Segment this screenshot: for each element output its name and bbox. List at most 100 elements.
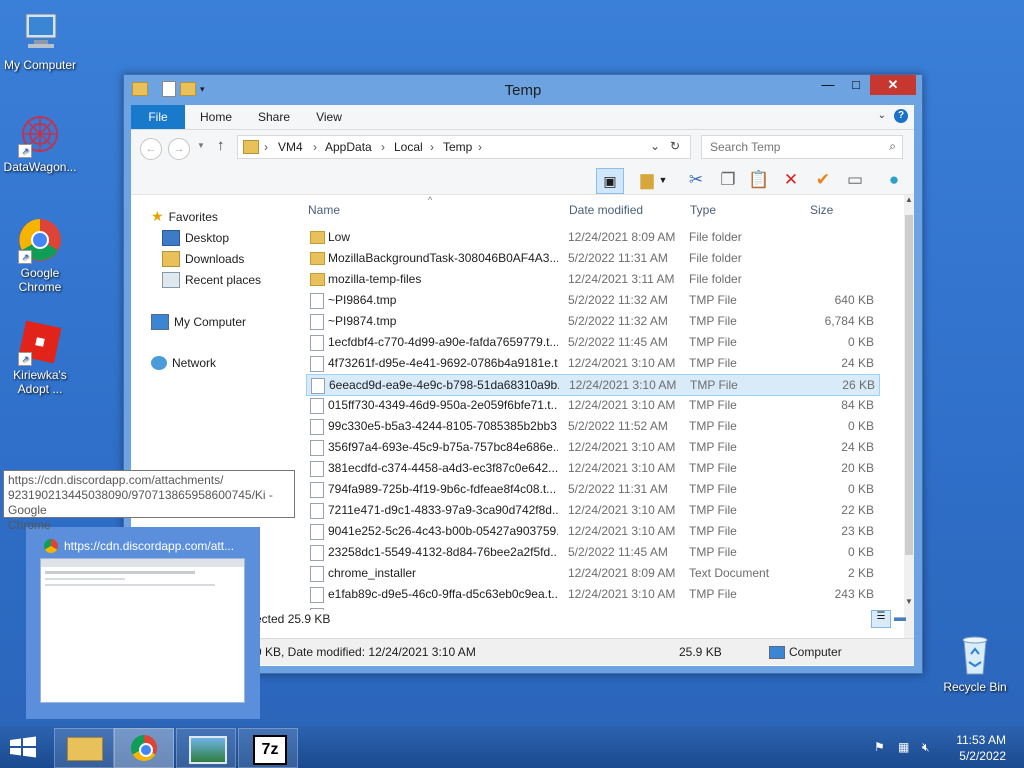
start-button[interactable] [8, 736, 40, 758]
file-row[interactable]: 356f97a4-693e-45c9-b75a-757bc84e686e....… [306, 437, 878, 457]
file-size: 0 KB [847, 482, 874, 496]
up-button[interactable]: ↑ [217, 137, 225, 154]
desktop-icon-roblox-game[interactable]: ↗ Kiriewka's Adopt ... [0, 318, 80, 396]
dropdown-icon[interactable]: ▼ [656, 168, 670, 192]
computer-icon [16, 8, 64, 56]
refresh-icon[interactable]: ↻ [670, 139, 680, 153]
file-row[interactable]: ~PI9874.tmp 5/2/2022 11:32 AM TMP File 6,78… [306, 311, 878, 331]
file-type: Text Document [689, 566, 770, 580]
tab-file[interactable]: File [131, 105, 185, 129]
file-row[interactable]: 4f73261f-d95e-4e41-9692-0786b4a9181e.t..… [306, 353, 878, 373]
column-header-type[interactable]: Type [690, 203, 716, 217]
network-icon[interactable]: ▦ [898, 740, 909, 754]
file-type: File folder [689, 251, 742, 265]
file-row[interactable]: 9041e252-5c26-4c43-b00b-05427a903759....… [306, 521, 878, 541]
breadcrumb-temp[interactable]: Temp [443, 140, 472, 154]
search-input[interactable] [708, 139, 882, 155]
file-row[interactable]: ~PI9864.tmp 5/2/2022 11:32 AM TMP File 640 … [306, 290, 878, 310]
tooltip-line: https://cdn.discordapp.com/attachments/ [8, 473, 224, 487]
taskbar-chrome[interactable] [114, 728, 174, 768]
file-row[interactable]: chrome_installer 12/24/2021 8:09 AM Text D… [306, 563, 878, 583]
taskbar-thumbnail-preview[interactable]: https://cdn.discordapp.com/att... [26, 527, 260, 719]
file-name: e1fab89c-d9e5-46c0-9ffa-d5c63eb0c9ea.t..… [328, 587, 558, 601]
taskbar-photos[interactable] [176, 728, 236, 768]
breadcrumb-vm4[interactable]: VM4 [278, 140, 303, 154]
file-date-modified: 12/24/2021 3:10 AM [568, 356, 676, 370]
file-row[interactable]: 381ecdfd-c374-4458-a4d3-ec3f87c0e642....… [306, 458, 878, 478]
desktop-icon-datawagon[interactable]: ↗ DataWagon... [0, 110, 80, 174]
desktop-icon [162, 230, 180, 246]
breadcrumb-local[interactable]: Local [394, 140, 423, 154]
scroll-up-icon[interactable]: ▲ [905, 195, 913, 204]
desktop-icon-recycle-bin[interactable]: Recycle Bin [935, 630, 1015, 694]
taskbar-7zip[interactable]: 7z [238, 728, 298, 768]
file-row[interactable]: MozillaBackgroundTask-308046B0AF4A3... 5/… [306, 248, 878, 268]
file-name: 356f97a4-693e-45c9-b75a-757bc84e686e.... [328, 440, 558, 454]
file-type: TMP File [689, 461, 737, 475]
breadcrumb-appdata[interactable]: AppData [325, 140, 372, 154]
clock-time: 11:53 AM [956, 733, 1006, 747]
file-row[interactable]: 6eeacd9d-ea9e-4e9c-b798-51da68310a9b... 1… [306, 374, 880, 396]
scrollbar-thumb[interactable] [905, 215, 913, 555]
help-icon[interactable]: ? [894, 109, 908, 123]
file-date-modified: 5/2/2022 11:45 AM [568, 545, 668, 559]
nav-favorites[interactable]: ★ Favorites [151, 208, 218, 225]
back-button[interactable]: ← [140, 138, 162, 160]
tab-share[interactable]: Share [249, 105, 299, 129]
search-icon[interactable]: ⌕ [889, 139, 896, 154]
forward-button[interactable]: → [168, 138, 190, 160]
file-row[interactable]: Low 12/24/2021 8:09 AM File folder [306, 227, 878, 247]
file-row[interactable]: 1ecfdbf4-c770-4d99-a90e-fafda7659779.t..… [306, 332, 878, 352]
file-icon [310, 461, 324, 477]
file-date-modified: 5/2/2022 11:52 AM [568, 419, 668, 433]
recent-locations-icon[interactable]: ▼ [197, 141, 205, 150]
file-row[interactable]: 23258dc1-5549-4132-8d84-76bee2a2f5fd....… [306, 542, 878, 562]
nav-downloads[interactable]: Downloads [162, 251, 244, 267]
taskbar-file-explorer[interactable] [54, 728, 114, 768]
clock[interactable]: 11:53 AM 5/2/2022 [956, 732, 1006, 764]
file-icon [310, 293, 324, 309]
large-icons-view-icon[interactable]: ▬ [894, 610, 906, 624]
file-icon [310, 356, 324, 372]
desktop-icon-label: DataWagon... [3, 160, 77, 174]
nav-recent-places[interactable]: Recent places [162, 272, 261, 288]
nav-my-computer[interactable]: My Computer [151, 314, 246, 330]
preview-pane-icon[interactable]: ▣ [596, 168, 624, 194]
delete-icon[interactable]: ✕ [778, 168, 804, 192]
file-row[interactable]: 794fa989-725b-4f19-9b6c-fdfeae8f4c08.t..… [306, 479, 878, 499]
file-row[interactable]: mozilla-temp-files 12/24/2021 3:11 AM File… [306, 269, 878, 289]
globe-icon[interactable]: ● [881, 168, 907, 192]
file-icon [310, 314, 324, 330]
file-row[interactable]: 015ff730-4349-46d9-950a-2e059f6bfe71.t..… [306, 395, 878, 415]
close-button[interactable]: ✕ [870, 75, 916, 95]
checkmark-icon[interactable]: ✔ [810, 168, 836, 192]
volume-muted-icon[interactable]: 🔇︎ [922, 740, 930, 755]
column-header-name[interactable]: Name [308, 203, 340, 217]
tab-home[interactable]: Home [191, 105, 241, 129]
file-row[interactable]: 7211e471-d9c1-4833-97a9-3ca90d742f8d....… [306, 500, 878, 520]
cut-icon[interactable]: ✂ [683, 168, 709, 192]
details-view-icon[interactable]: ☰ [871, 610, 891, 628]
title-bar[interactable]: ▾ Temp — □ ✕ [124, 75, 922, 105]
nav-desktop[interactable]: Desktop [162, 230, 229, 246]
nav-network[interactable]: Network [151, 356, 216, 370]
file-row[interactable]: e1fab89c-d9e5-46c0-9ffa-d5c63eb0c9ea.t..… [306, 584, 878, 604]
desktop-icon-google-chrome[interactable]: ↗ Google Chrome [0, 216, 80, 294]
paste-icon[interactable]: 📋 [746, 168, 772, 192]
minimize-button[interactable]: — [814, 75, 842, 95]
rename-icon[interactable]: ▭ [842, 168, 868, 192]
tab-view[interactable]: View [307, 105, 351, 129]
copy-icon[interactable]: ❐ [715, 168, 741, 192]
column-header-date-modified[interactable]: Date modified [569, 203, 643, 217]
expand-ribbon-icon[interactable]: ⌄ [878, 110, 886, 121]
maximize-button[interactable]: □ [842, 75, 870, 95]
file-row[interactable]: 99c330e5-b5a3-4244-8105-7085385b2bb3... 5… [306, 416, 878, 436]
computer-icon [769, 646, 785, 659]
column-header-size[interactable]: Size [810, 203, 833, 217]
address-bar[interactable]: › VM4 › AppData › Local › Temp › ⌄ ↻ [237, 135, 691, 159]
address-dropdown-icon[interactable]: ⌄ [650, 139, 660, 153]
vertical-scrollbar[interactable]: ▲ ▼ [904, 195, 914, 640]
scroll-down-icon[interactable]: ▼ [905, 597, 913, 606]
desktop-icon-my-computer[interactable]: My Computer [0, 8, 80, 72]
action-center-flag-icon[interactable]: ⚑ [874, 740, 885, 754]
